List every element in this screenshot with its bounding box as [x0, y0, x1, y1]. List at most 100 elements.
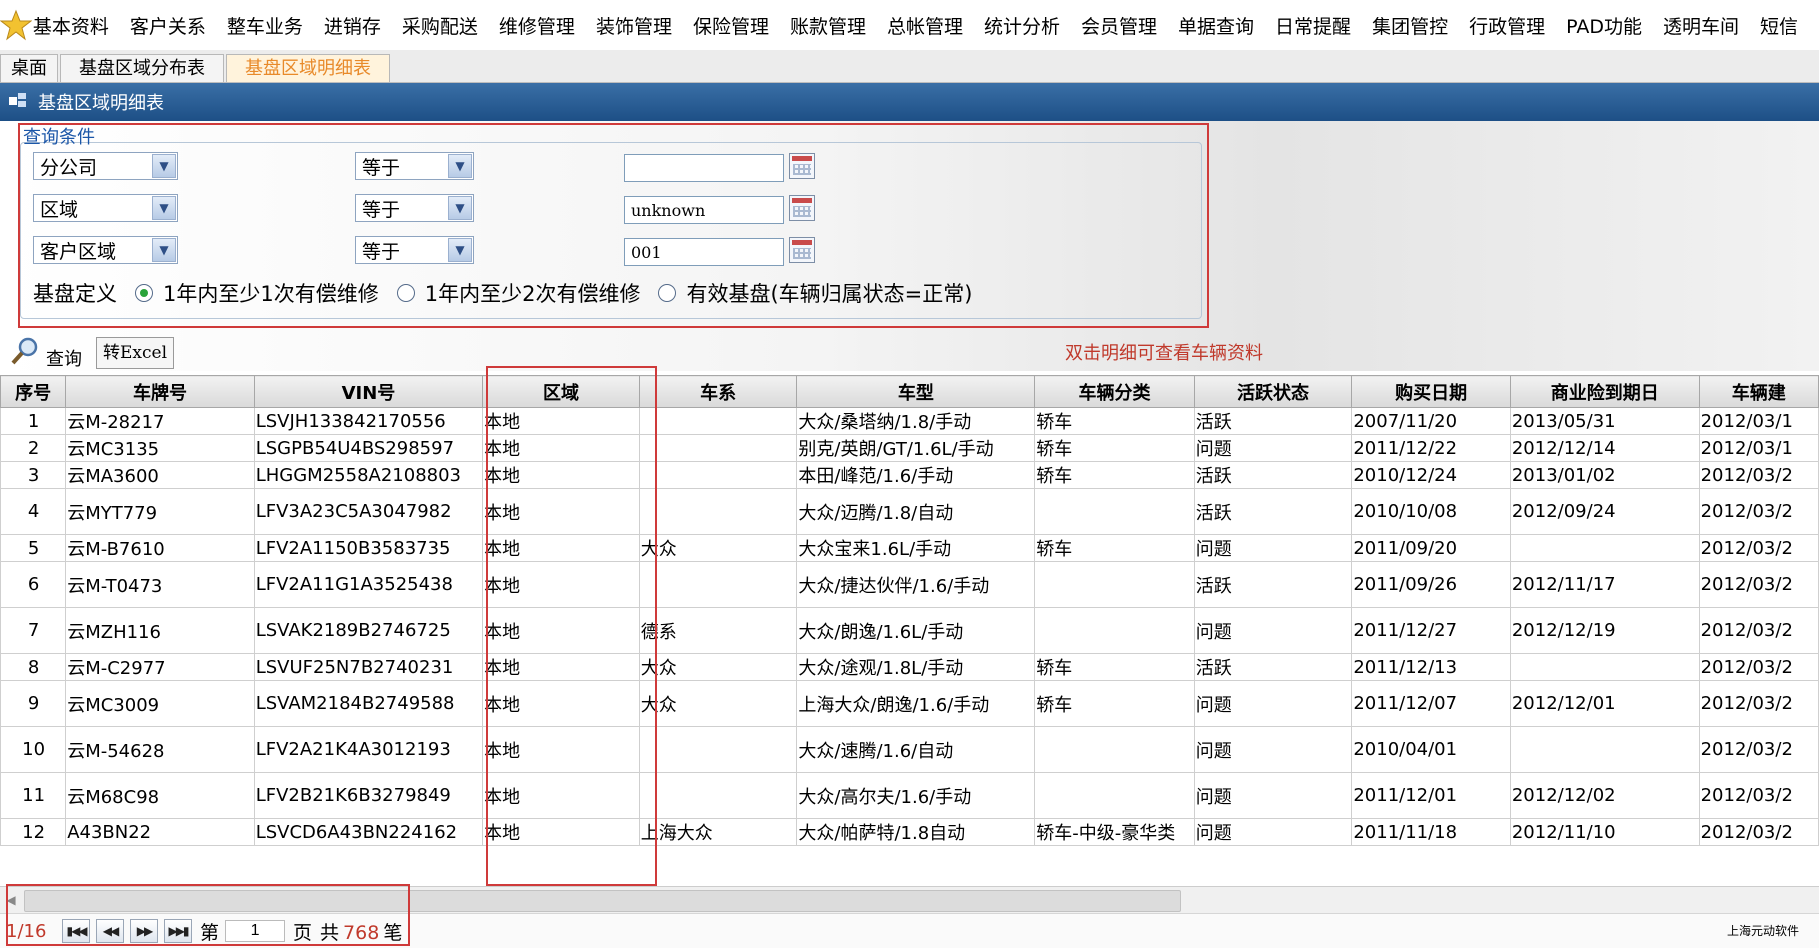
table-row[interactable]: 1 云M-28217 LSVJH133842170556 本地 大众/桑塔纳/1.8/手…	[0, 407, 1819, 435]
horizontal-scrollbar[interactable]: ◀	[0, 886, 1819, 913]
table-cell: 2012/12/01	[1509, 680, 1700, 727]
table-row[interactable]: 7 云MZH116 LSVAK2189B2746725 本地 德系 大众/朗逸/1.6L/…	[0, 607, 1819, 654]
menu-item[interactable]: 会员管理	[1081, 12, 1157, 39]
table-row[interactable]: 11 云M68C98 LFV2B21K6B3279849 本地 大众/高尔夫/1.6/手…	[0, 772, 1819, 819]
operator-select-2[interactable]: 等于 ▼	[355, 194, 474, 222]
menu-item[interactable]: 基本资料	[33, 12, 109, 39]
table-cell: 本地	[482, 561, 640, 608]
table-cell: 2010/04/01	[1351, 726, 1511, 773]
table-cell	[638, 407, 798, 435]
scrollbar-thumb[interactable]	[24, 890, 1181, 912]
table-row[interactable]: 2 云MC3135 LSGPB54U4BS298597 本地 别克/英朗/GT/1.6L…	[0, 434, 1819, 462]
menu-item[interactable]: 行政管理	[1469, 12, 1545, 39]
last-page-icon[interactable]: ▶▶▮	[164, 919, 192, 943]
table-row[interactable]: 3 云MA3600 LHGGM2558A2108803 本地 本田/峰范/1.6/手动轿…	[0, 461, 1819, 489]
calendar-icon[interactable]	[789, 153, 815, 179]
menu-item[interactable]: 客户关系	[130, 12, 206, 39]
column-header[interactable]: 购买日期	[1351, 375, 1511, 408]
menu-item[interactable]: 集团管控	[1372, 12, 1448, 39]
column-header[interactable]: 车辆建	[1698, 375, 1819, 408]
column-header[interactable]: VIN号	[253, 375, 484, 408]
table-cell: 云M-C2977	[65, 653, 255, 681]
base-definition-row: 基盘定义 1年内至少1次有偿维修 1年内至少2次有偿维修 有效基盘(车辆归属状态…	[33, 278, 972, 308]
tab-base-area-distribution[interactable]: 基盘区域分布表	[60, 54, 224, 82]
table-row[interactable]: 10 云M-54628 LFV2A21K4A3012193 本地 大众/速腾/1.6/自…	[0, 726, 1819, 773]
next-page-icon[interactable]: ▶▶	[130, 919, 158, 943]
calendar-icon[interactable]	[789, 195, 815, 221]
radio-option-2[interactable]	[396, 284, 415, 302]
menu-item[interactable]: 整车业务	[227, 12, 303, 39]
table-row[interactable]: 8 云M-C2977 LSVUF25N7B2740231 本地 大众 大众/途观/1.8L…	[0, 653, 1819, 681]
operator-select-1[interactable]: 等于 ▼	[355, 152, 474, 180]
tab-desktop[interactable]: 桌面	[0, 54, 58, 82]
chevron-down-icon[interactable]: ▼	[448, 238, 472, 262]
table-row[interactable]: 5 云M-B7610 LFV2A1150B3583735 本地 大众 大众宝来1.6L/手…	[0, 534, 1819, 562]
menu-item[interactable]: 采购配送	[402, 12, 478, 39]
menu-item[interactable]: 统计分析	[984, 12, 1060, 39]
menu-item[interactable]: 单据查询	[1178, 12, 1254, 39]
first-page-icon[interactable]: ▮◀◀	[62, 919, 90, 943]
calendar-icon[interactable]	[789, 237, 815, 263]
table-cell: 上海大众	[638, 818, 798, 846]
value-input-2[interactable]	[624, 196, 784, 224]
table-row[interactable]: 4 云MYT779 LFV3A23C5A3047982 本地 大众/迈腾/1.8/自动 活…	[0, 488, 1819, 535]
field-select-2[interactable]: 区域 ▼	[33, 194, 178, 222]
query-button[interactable]: 查询	[10, 335, 82, 371]
value-input-1[interactable]	[624, 154, 784, 182]
menu-item[interactable]: 总帐管理	[887, 12, 963, 39]
field-select-3[interactable]: 客户区域 ▼	[33, 236, 178, 264]
menu-item[interactable]: 保险管理	[693, 12, 769, 39]
radio-option-1[interactable]	[135, 284, 153, 302]
tab-base-area-detail[interactable]: 基盘区域明细表	[226, 54, 390, 82]
scroll-left-icon[interactable]: ◀	[0, 887, 22, 913]
operator-select-value: 等于	[362, 156, 401, 179]
table-cell: 2007/11/20	[1351, 407, 1511, 435]
chevron-down-icon[interactable]: ▼	[152, 238, 176, 262]
field-select-1[interactable]: 分公司 ▼	[33, 152, 178, 180]
export-excel-button[interactable]: 转Excel	[96, 337, 175, 369]
operator-select-3[interactable]: 等于 ▼	[355, 236, 474, 264]
column-header[interactable]: 商业险到期日	[1509, 375, 1700, 408]
table-cell	[1509, 534, 1700, 562]
module-icon	[8, 91, 28, 114]
table-cell: LFV2A1150B3583735	[253, 534, 484, 562]
menu-item[interactable]: 短信	[1760, 12, 1798, 39]
table-cell: 2012/11/10	[1509, 818, 1700, 846]
menu-item[interactable]: 日常提醒	[1275, 12, 1351, 39]
table-row[interactable]: 9 云MC3009 LSVAM2184B2749588 本地 大众 上海大众/朗逸/1.6…	[0, 680, 1819, 727]
column-header[interactable]: 活跃状态	[1193, 375, 1353, 408]
table-cell	[638, 561, 798, 608]
value-input-3[interactable]	[624, 238, 784, 266]
operator-select-value: 等于	[362, 240, 401, 263]
radio-option-3-label[interactable]: 有效基盘(车辆归属状态=正常)	[686, 278, 972, 308]
prev-page-icon[interactable]: ◀◀	[96, 919, 124, 943]
column-header[interactable]: 车系	[638, 375, 798, 408]
radio-option-2-label[interactable]: 1年内至少2次有偿维修	[425, 278, 641, 308]
menu-item[interactable]: PAD功能	[1566, 12, 1642, 39]
menu-item[interactable]: 透明车间	[1663, 12, 1739, 39]
column-header[interactable]: 车辆分类	[1034, 375, 1195, 408]
column-header[interactable]: 序号	[0, 375, 67, 408]
column-header[interactable]: 车型	[796, 375, 1036, 408]
table-cell: 4	[0, 488, 67, 535]
radio-option-1-label[interactable]: 1年内至少1次有偿维修	[163, 278, 379, 308]
menu-item[interactable]: 进销存	[324, 12, 381, 39]
chevron-down-icon[interactable]: ▼	[448, 154, 472, 178]
table-cell: 2012/03/2	[1698, 653, 1819, 681]
page-number-input[interactable]	[225, 920, 286, 942]
radio-option-3[interactable]	[658, 284, 677, 302]
table-row[interactable]: 12 A43BN22 LSVCD6A43BN224162 本地 上海大众 大众/帕萨特/1…	[0, 818, 1819, 846]
chevron-down-icon[interactable]: ▼	[152, 154, 176, 178]
menu-item[interactable]: 装饰管理	[596, 12, 672, 39]
chevron-down-icon[interactable]: ▼	[152, 196, 176, 220]
table-row[interactable]: 6 云M-T0473 LFV2A11G1A3525438 本地 大众/捷达伙伴/1.6/…	[0, 561, 1819, 608]
favorites-star-icon[interactable]	[0, 0, 33, 50]
menu-item[interactable]: 维修管理	[499, 12, 575, 39]
column-header[interactable]: 区域	[482, 375, 640, 408]
tab-bar: 桌面 基盘区域分布表 基盘区域明细表	[0, 50, 1819, 83]
table-cell: 大众宝来1.6L/手动	[796, 534, 1036, 562]
column-header[interactable]: 车牌号	[65, 375, 255, 408]
table-cell: 活跃	[1193, 561, 1353, 608]
chevron-down-icon[interactable]: ▼	[448, 196, 472, 220]
menu-item[interactable]: 账款管理	[790, 12, 866, 39]
